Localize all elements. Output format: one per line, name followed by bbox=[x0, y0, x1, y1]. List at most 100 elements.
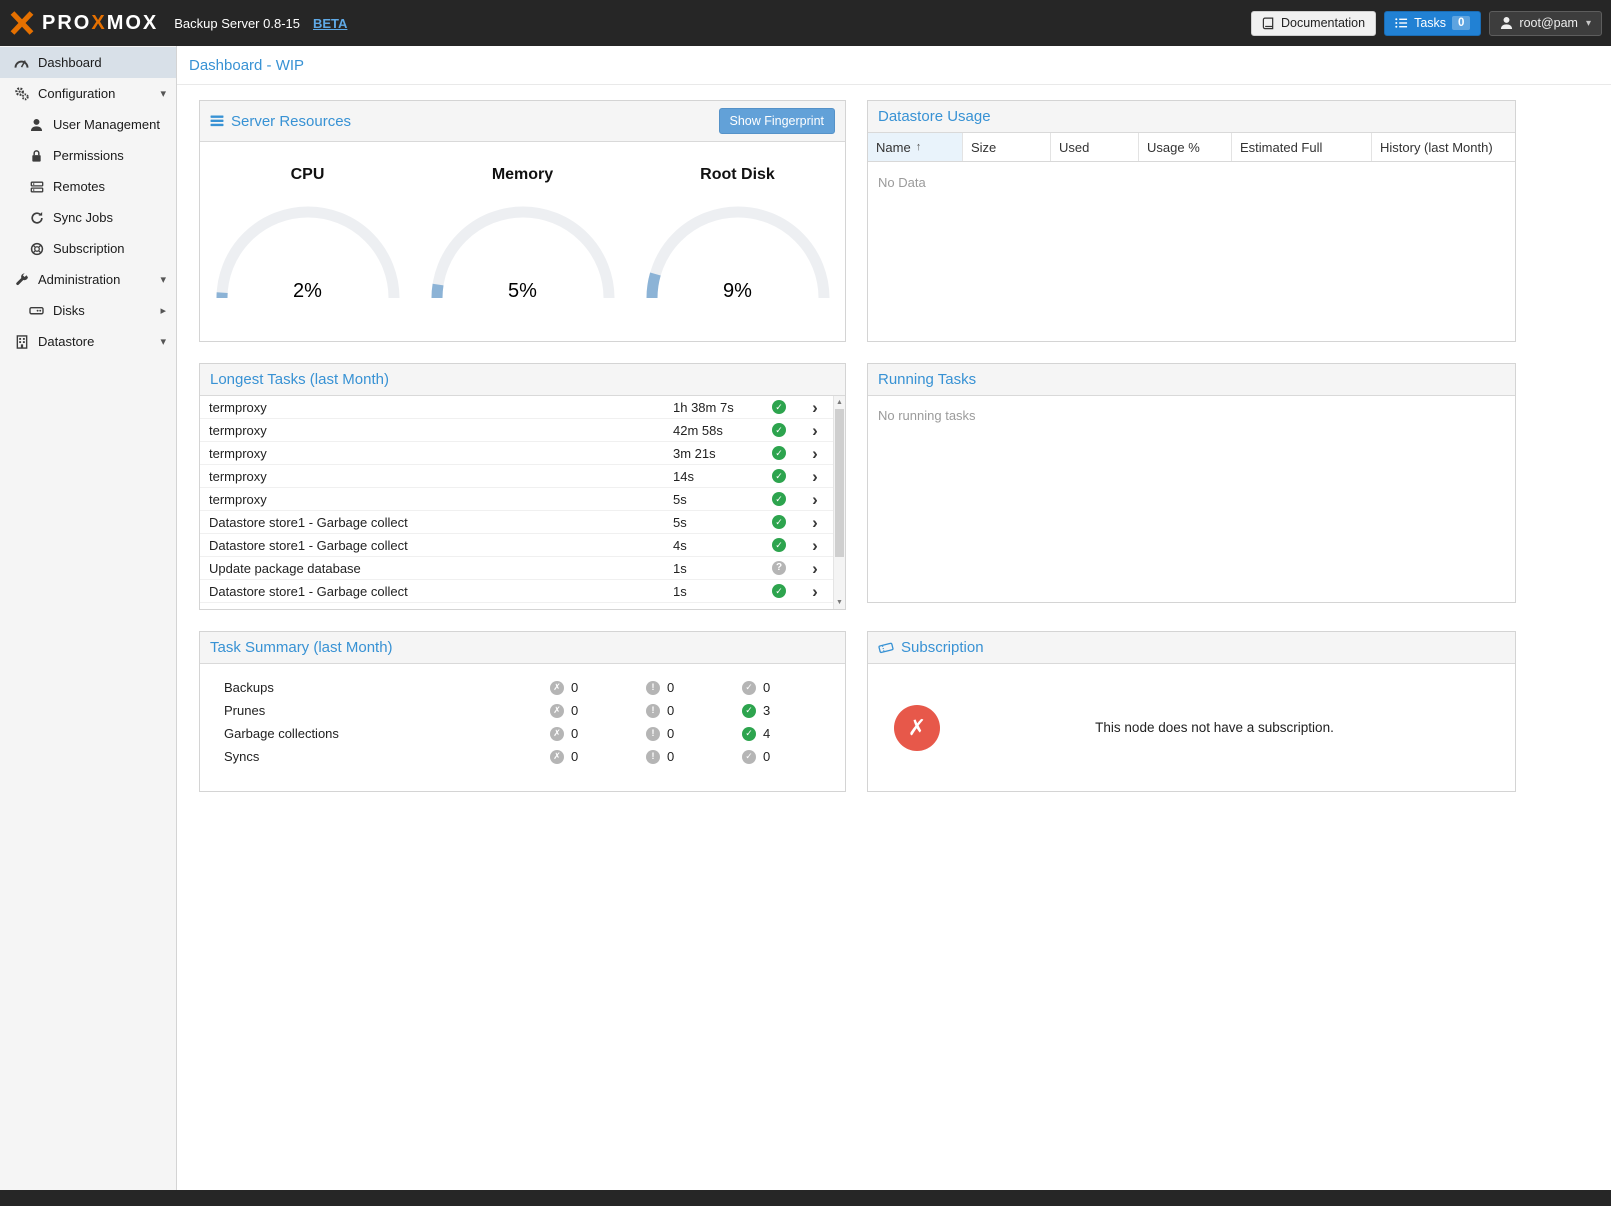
building-icon bbox=[12, 335, 31, 349]
task-summary-row-prunes[interactable]: Prunes✗0!0✓3 bbox=[200, 699, 845, 722]
open-task-icon[interactable]: › bbox=[797, 514, 833, 531]
user-menu-button[interactable]: root@pam ▾ bbox=[1489, 11, 1602, 36]
life-ring-icon bbox=[27, 242, 46, 256]
task-row[interactable]: Datastore store1 - Garbage collect1s✓› bbox=[200, 580, 833, 603]
panel-title: Task Summary (last Month) bbox=[210, 639, 393, 656]
task-row[interactable]: Update package database1s?› bbox=[200, 557, 833, 580]
status-ok-icon: ✓ bbox=[772, 515, 786, 529]
open-task-icon[interactable]: › bbox=[797, 445, 833, 462]
summary-label: Backups bbox=[224, 680, 550, 695]
warning-count: 0 bbox=[667, 680, 674, 695]
task-duration: 3m 21s bbox=[673, 446, 761, 461]
sidebar-item-label: Administration bbox=[38, 272, 120, 287]
ok-circle-icon: ✓ bbox=[742, 727, 756, 741]
server-resources-header: Server Resources Show Fingerprint bbox=[200, 101, 845, 142]
task-row[interactable]: termproxy3m 21s ✓ › bbox=[200, 442, 833, 465]
warning-count: 0 bbox=[667, 726, 674, 741]
task-row[interactable]: termproxy14s✓› bbox=[200, 465, 833, 488]
column-header-history-last-month[interactable]: History (last Month) bbox=[1372, 133, 1515, 161]
task-row[interactable]: Datastore store1 - Garbage collect5s ✓ › bbox=[200, 511, 833, 534]
sidebar-item-disks[interactable]: Disks ▸ bbox=[0, 295, 176, 326]
ok-cell: ✓0 bbox=[742, 680, 838, 695]
open-task-icon[interactable]: › bbox=[797, 422, 833, 439]
chevron-down-icon[interactable]: ▾ bbox=[160, 335, 166, 348]
warning-circle-icon: ! bbox=[646, 750, 660, 764]
task-name: termproxy bbox=[209, 469, 673, 484]
sort-ascending-icon: ↑ bbox=[916, 141, 922, 153]
sidebar-item-subscription[interactable]: Subscription bbox=[0, 233, 176, 264]
beta-link[interactable]: BETA bbox=[313, 16, 347, 31]
warning-circle-icon: ! bbox=[646, 704, 660, 718]
show-fingerprint-button[interactable]: Show Fingerprint bbox=[719, 108, 836, 134]
error-cell: ✗0 bbox=[550, 680, 646, 695]
gauge-value-root-disk: 9% bbox=[642, 280, 834, 303]
open-task-icon[interactable]: › bbox=[797, 491, 833, 508]
open-task-icon[interactable]: › bbox=[797, 399, 833, 416]
column-header-size[interactable]: Size bbox=[963, 133, 1051, 161]
sidebar-item-label: Configuration bbox=[38, 86, 115, 101]
chevron-down-icon[interactable]: ▾ bbox=[160, 273, 166, 286]
task-duration: 4s bbox=[673, 538, 761, 553]
error-circle-icon: ✗ bbox=[550, 704, 564, 718]
documentation-button[interactable]: Documentation bbox=[1251, 11, 1376, 36]
error-circle-icon: ✗ bbox=[550, 681, 564, 695]
task-row[interactable]: termproxy5s✓› bbox=[200, 488, 833, 511]
column-header-usage[interactable]: Usage % bbox=[1139, 133, 1232, 161]
scrollbar-thumb[interactable] bbox=[835, 409, 844, 557]
open-task-icon[interactable]: › bbox=[797, 468, 833, 485]
status-ok-icon: ✓ bbox=[772, 584, 786, 598]
chevron-right-icon[interactable]: ▸ bbox=[160, 304, 166, 317]
ok-cell: ✓4 bbox=[742, 726, 838, 741]
subscription-message: This node does not have a subscription. bbox=[940, 720, 1489, 735]
sidebar-item-datastore[interactable]: Datastore ▾ bbox=[0, 326, 176, 357]
ok-cell: ✓0 bbox=[742, 749, 838, 764]
open-task-icon[interactable]: › bbox=[797, 583, 833, 600]
open-task-icon[interactable]: › bbox=[797, 537, 833, 554]
server-resources-panel: Server Resources Show Fingerprint CPU2%M… bbox=[199, 100, 846, 342]
chevron-down-icon: ▾ bbox=[1586, 18, 1591, 29]
chevron-down-icon[interactable]: ▾ bbox=[160, 87, 166, 100]
task-row[interactable]: termproxy1h 38m 7s✓› bbox=[200, 396, 833, 419]
sidebar-item-user-management[interactable]: User Management bbox=[0, 109, 176, 140]
sidebar-item-permissions[interactable]: Permissions bbox=[0, 140, 176, 171]
sidebar-item-sync-jobs[interactable]: Sync Jobs bbox=[0, 202, 176, 233]
gauge-memory: Memory5% bbox=[423, 166, 623, 342]
task-summary-row-syncs[interactable]: Syncs✗0!0✓0 bbox=[200, 745, 845, 768]
task-name: Update package database bbox=[209, 561, 673, 576]
task-row[interactable]: Datastore store1 - Garbage collect4s✓› bbox=[200, 534, 833, 557]
task-summary-row-garbage-collections[interactable]: Garbage collections✗0!0✓4 bbox=[200, 722, 845, 745]
dashboard-icon bbox=[12, 56, 31, 69]
column-label: Name bbox=[876, 140, 911, 155]
scroll-up-icon[interactable]: ▲ bbox=[834, 396, 845, 409]
tasks-button[interactable]: Tasks 0 bbox=[1384, 11, 1481, 36]
task-row[interactable]: termproxy42m 58s✓› bbox=[200, 419, 833, 442]
sidebar-item-configuration[interactable]: Configuration ▾ bbox=[0, 78, 176, 109]
summary-label: Prunes bbox=[224, 703, 550, 718]
gauge-label-memory: Memory bbox=[423, 166, 623, 184]
user-label: root@pam bbox=[1519, 16, 1578, 30]
error-count: 0 bbox=[571, 726, 578, 741]
column-header-name[interactable]: Name ↑ bbox=[868, 133, 963, 161]
sidebar: Dashboard Configuration ▾ User Managemen… bbox=[0, 46, 177, 1190]
task-name: termproxy bbox=[209, 400, 673, 415]
sidebar-item-label: Datastore bbox=[38, 334, 94, 349]
ok-circle-icon: ✓ bbox=[742, 704, 756, 718]
column-header-estimated-full[interactable]: Estimated Full bbox=[1232, 133, 1372, 161]
task-name: termproxy bbox=[209, 492, 673, 507]
sidebar-item-dashboard[interactable]: Dashboard bbox=[0, 47, 176, 78]
sidebar-item-remotes[interactable]: Remotes bbox=[0, 171, 176, 202]
resource-bars-icon bbox=[210, 115, 224, 127]
ok-count: 0 bbox=[763, 749, 770, 764]
open-task-icon[interactable]: › bbox=[797, 560, 833, 577]
task-name: termproxy bbox=[209, 446, 673, 461]
status-ok-icon: ✓ bbox=[772, 446, 786, 460]
scroll-down-icon[interactable]: ▼ bbox=[834, 596, 845, 609]
sidebar-item-administration[interactable]: Administration ▾ bbox=[0, 264, 176, 295]
task-name: Datastore store1 - Garbage collect bbox=[209, 584, 673, 599]
status-ok-icon: ✓ bbox=[772, 400, 786, 414]
task-duration: 5s bbox=[673, 515, 761, 530]
column-header-used[interactable]: Used bbox=[1051, 133, 1139, 161]
scrollbar[interactable]: ▲ ▼ bbox=[833, 396, 845, 609]
task-name: Datastore store1 - Garbage collect bbox=[209, 515, 673, 530]
task-summary-row-backups[interactable]: Backups✗0!0✓0 bbox=[200, 676, 845, 699]
